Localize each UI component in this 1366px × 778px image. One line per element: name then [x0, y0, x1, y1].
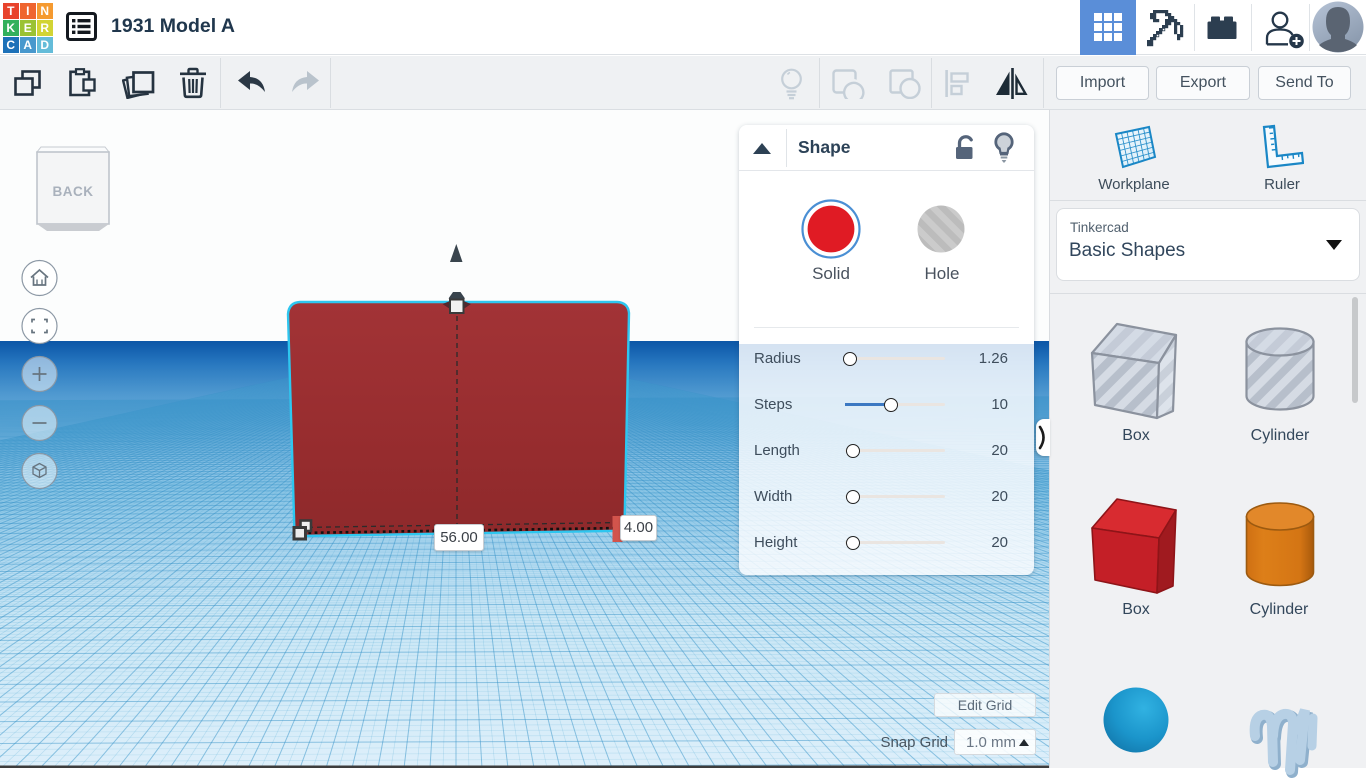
- svg-text:BACK: BACK: [53, 184, 94, 199]
